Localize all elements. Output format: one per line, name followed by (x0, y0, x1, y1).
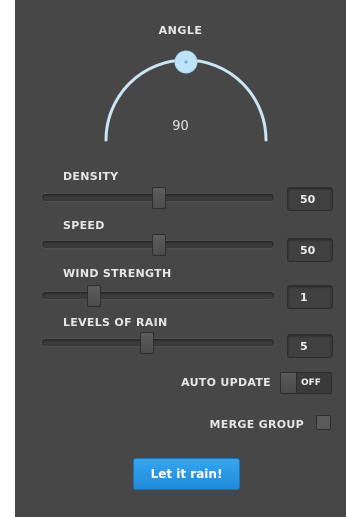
merge-group-checkbox[interactable] (316, 415, 331, 430)
auto-update-toggle[interactable]: OFF (280, 372, 332, 394)
angle-value: 90 (172, 119, 189, 134)
density-slider[interactable] (41, 187, 275, 209)
angle-handle-dot (184, 60, 188, 64)
angle-dial[interactable] (15, 0, 346, 160)
levels-of-rain-label: LEVELS OF RAIN (63, 316, 168, 329)
wind-strength-slider-thumb[interactable] (87, 285, 102, 307)
density-label: DENSITY (63, 170, 119, 183)
speed-slider[interactable] (41, 234, 275, 256)
wind-strength-value-field[interactable]: 1 (287, 285, 333, 309)
density-value-field[interactable]: 50 (287, 187, 333, 211)
levels-of-rain-slider[interactable] (41, 332, 275, 354)
levels-of-rain-slider-thumb[interactable] (140, 332, 155, 354)
auto-update-label: AUTO UPDATE (181, 376, 271, 389)
auto-update-toggle-knob (281, 373, 297, 393)
wind-strength-slider[interactable] (41, 285, 275, 307)
rain-settings-panel: ANGLE 90 DENSITY 50 SPEED 50 WIND STRENG… (15, 0, 346, 517)
merge-group-label: MERGE GROUP (209, 418, 304, 431)
speed-slider-thumb[interactable] (152, 234, 166, 256)
levels-of-rain-value-field[interactable]: 5 (287, 334, 333, 358)
wind-strength-label: WIND STRENGTH (63, 267, 172, 280)
auto-update-state: OFF (301, 378, 321, 388)
speed-label: SPEED (63, 219, 105, 232)
speed-value-field[interactable]: 50 (287, 238, 333, 262)
density-slider-thumb[interactable] (152, 187, 166, 209)
let-it-rain-button[interactable]: Let it rain! (133, 458, 240, 490)
